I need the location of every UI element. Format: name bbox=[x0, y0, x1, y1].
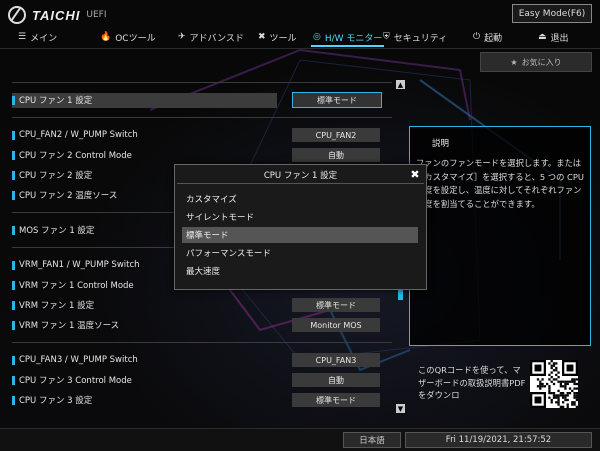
scroll-down-arrow-icon[interactable]: ▼ bbox=[396, 404, 405, 413]
qr-description: このQRコードを使って、マザーボードの取扱説明書PDFをダウンロ bbox=[418, 365, 526, 400]
setting-row[interactable]: CPU ファン 2 Control Mode 自動 bbox=[12, 147, 390, 163]
fan-setting-popup: CPU ファン 1 設定 ✖ カスタマイズ サイレントモード 標準モードパフォーマン… bbox=[174, 164, 427, 290]
row-marker bbox=[12, 375, 15, 385]
description-title: 説明 bbox=[432, 139, 450, 149]
setting-value-button[interactable]: 標準モード bbox=[292, 92, 382, 108]
setting-value-button[interactable]: 自動 bbox=[292, 373, 380, 387]
setting-row[interactable]: CPU ファン 1 設定 標準モード bbox=[12, 92, 390, 108]
nav-label: メイン bbox=[30, 33, 58, 44]
brand-logo: TAICHI UEFI bbox=[8, 6, 106, 24]
star-icon: ★ bbox=[510, 57, 518, 67]
row-marker bbox=[12, 300, 15, 310]
close-icon[interactable]: ✖ bbox=[408, 167, 422, 181]
popup-option[interactable]: サイレントモード bbox=[182, 209, 418, 225]
row-marker bbox=[12, 320, 15, 330]
main-nav: ☰ メイン 🔥 OCツール ✈ アドバンスド ✖ ツール ◎ H/W モニター ⛨ セキュリティ ⏻ 起動… bbox=[0, 27, 600, 47]
language-button[interactable]: 日本語 bbox=[343, 432, 401, 448]
shield-icon: ⛨ bbox=[383, 32, 390, 42]
nav-item-0[interactable]: ☰ メイン bbox=[10, 27, 65, 47]
nav-label: H/W モニター bbox=[324, 33, 383, 44]
menu-icon: ☰ bbox=[18, 32, 27, 42]
brand-sub: UEFI bbox=[86, 10, 107, 20]
flame-icon: 🔥 bbox=[100, 32, 112, 42]
nav-item-2[interactable]: ✈ アドバンスド bbox=[170, 27, 252, 47]
row-marker bbox=[12, 225, 15, 235]
setting-value-button[interactable]: 標準モード bbox=[292, 298, 380, 312]
nav-item-5[interactable]: ⛨ セキュリティ bbox=[375, 27, 455, 47]
favorites-button[interactable]: ★ お気に入り bbox=[480, 52, 592, 72]
setting-row[interactable]: CPU_FAN3 / W_PUMP Switch CPU_FAN3 bbox=[12, 352, 390, 368]
exit-icon: ⏏ bbox=[538, 32, 547, 42]
nav-label: 退出 bbox=[550, 33, 569, 44]
setting-value-button[interactable]: CPU_FAN2 bbox=[292, 128, 380, 142]
nav-item-1[interactable]: 🔥 OCツール bbox=[92, 27, 164, 47]
setting-row[interactable]: VRM ファン 1 温度ソース Monitor MOS bbox=[12, 317, 390, 333]
tools-icon: ✖ bbox=[258, 32, 266, 42]
description-panel: 説明 ファンのファンモードを選択します。または［カスタマイズ］を選択すると、5 … bbox=[409, 126, 591, 346]
nav-label: OCツール bbox=[115, 33, 156, 44]
setting-row[interactable]: VRM ファン 1 設定 標準モード bbox=[12, 297, 390, 313]
popup-title: CPU ファン 1 設定 bbox=[263, 171, 338, 181]
nav-label: セキュリティ bbox=[393, 33, 448, 44]
setting-value-button[interactable]: Monitor MOS bbox=[292, 318, 380, 332]
row-marker bbox=[12, 130, 15, 140]
nav-item-3[interactable]: ✖ ツール bbox=[250, 27, 305, 47]
setting-value-button[interactable]: 自動 bbox=[292, 148, 380, 162]
popup-option[interactable]: パフォーマンスモード bbox=[182, 245, 418, 261]
row-marker bbox=[12, 395, 15, 405]
row-marker bbox=[12, 355, 15, 365]
nav-item-7[interactable]: ⏏ 退出 bbox=[530, 27, 577, 47]
power-icon: ⏻ bbox=[473, 32, 481, 42]
description-body: ファンのファンモードを選択します。または［カスタマイズ］を選択すると、5 つの … bbox=[416, 158, 584, 209]
popup-divider bbox=[177, 183, 424, 184]
row-marker bbox=[12, 170, 15, 180]
popup-option[interactable]: 標準モード bbox=[182, 227, 418, 243]
brand-name: TAICHI bbox=[32, 7, 81, 23]
nav-divider bbox=[0, 48, 600, 49]
monitor-icon: ◎ bbox=[313, 32, 321, 42]
row-marker bbox=[12, 190, 15, 200]
setting-row[interactable]: CPU_FAN2 / W_PUMP Switch CPU_FAN2 bbox=[12, 127, 390, 143]
easy-mode-button[interactable]: Easy Mode(F6) bbox=[512, 4, 592, 23]
nav-label: ツール bbox=[269, 33, 297, 44]
row-marker bbox=[12, 280, 15, 290]
nav-item-6[interactable]: ⏻ 起動 bbox=[465, 27, 510, 47]
setting-row[interactable]: CPU ファン 3 Control Mode 自動 bbox=[12, 372, 390, 388]
scroll-up-arrow-icon[interactable]: ▲ bbox=[396, 80, 405, 89]
taichi-logo-icon bbox=[8, 6, 26, 24]
setting-value-button[interactable]: CPU_FAN3 bbox=[292, 353, 380, 367]
group-divider bbox=[12, 82, 392, 83]
favorites-label: お気に入り bbox=[521, 57, 562, 67]
group-divider bbox=[12, 117, 392, 118]
datetime-display: Fri 11/19/2021, 21:57:52 bbox=[405, 432, 592, 448]
nav-label: 起動 bbox=[484, 33, 503, 44]
popup-option[interactable]: 最大速度 bbox=[182, 263, 418, 279]
rocket-icon: ✈ bbox=[178, 32, 186, 42]
row-marker bbox=[12, 95, 15, 105]
popup-option[interactable]: カスタマイズ bbox=[182, 191, 418, 207]
setting-row[interactable]: CPU ファン 3 設定 標準モード bbox=[12, 392, 390, 408]
row-marker bbox=[12, 260, 15, 270]
setting-value-button[interactable]: 標準モード bbox=[292, 393, 380, 407]
row-marker bbox=[12, 150, 15, 160]
qr-code-icon bbox=[530, 360, 578, 408]
group-divider bbox=[12, 342, 392, 343]
nav-label: アドバンスド bbox=[189, 33, 244, 44]
